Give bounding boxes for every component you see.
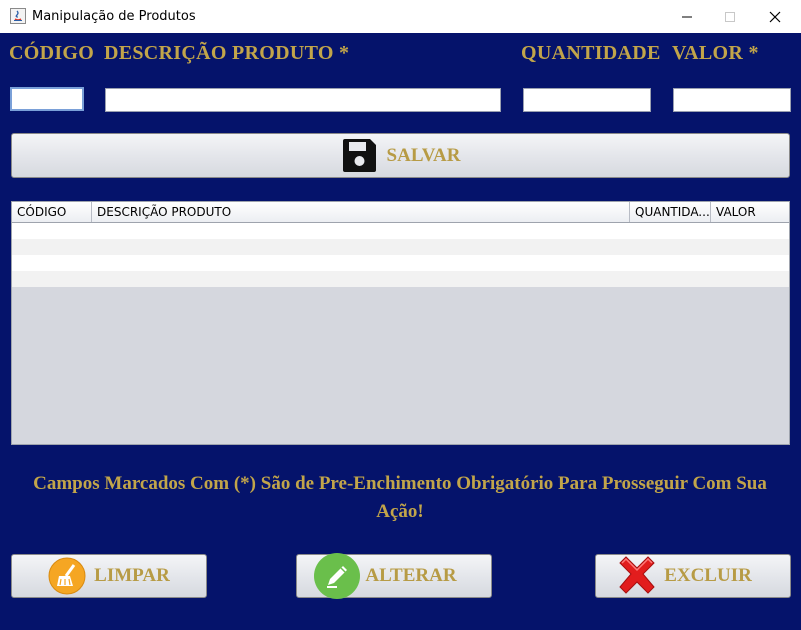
quantidade-label: QUANTIDADE xyxy=(521,42,661,64)
table-row[interactable] xyxy=(12,223,789,239)
broom-icon xyxy=(48,557,86,595)
codigo-input[interactable] xyxy=(10,87,84,111)
maximize-button[interactable] xyxy=(707,0,753,33)
valor-input[interactable] xyxy=(673,88,791,112)
floppy-disk-icon xyxy=(342,139,376,172)
pencil-icon xyxy=(314,553,361,599)
quantidade-input[interactable] xyxy=(523,88,651,112)
window-title: Manipulação de Produtos xyxy=(32,9,196,24)
salvar-label: SALVAR xyxy=(386,144,461,166)
close-icon xyxy=(769,11,781,22)
required-fields-notice: Campos Marcados Com (*) São de Pre-Enchi… xyxy=(33,473,767,522)
java-app-icon xyxy=(10,8,26,24)
descricao-label: DESCRIÇÃO PRODUTO * xyxy=(104,42,350,64)
red-x-icon xyxy=(619,556,655,594)
close-button[interactable] xyxy=(752,0,798,33)
column-header-valor[interactable]: VALOR xyxy=(711,202,789,222)
table-header: CÓDIGO DESCRIÇÃO PRODUTO QUANTIDA... VAL… xyxy=(12,202,789,223)
minimize-icon xyxy=(682,16,692,17)
products-table[interactable]: CÓDIGO DESCRIÇÃO PRODUTO QUANTIDA... VAL… xyxy=(11,201,790,445)
codigo-label: CÓDIGO xyxy=(9,42,95,64)
excluir-label: EXCLUIR xyxy=(664,565,752,586)
column-header-descricao[interactable]: DESCRIÇÃO PRODUTO xyxy=(92,202,630,222)
limpar-button[interactable]: LIMPAR xyxy=(11,554,207,598)
column-header-codigo[interactable]: CÓDIGO xyxy=(12,202,92,222)
alterar-label: ALTERAR xyxy=(365,565,457,586)
descricao-input[interactable] xyxy=(105,88,501,112)
title-bar: Manipulação de Produtos xyxy=(0,0,801,34)
column-header-quantidade[interactable]: QUANTIDA... xyxy=(630,202,711,222)
maximize-icon xyxy=(725,11,735,22)
table-row[interactable] xyxy=(12,255,789,271)
table-row[interactable] xyxy=(12,271,789,287)
excluir-button[interactable]: EXCLUIR xyxy=(595,554,791,598)
salvar-button[interactable]: SALVAR xyxy=(11,133,790,178)
minimize-button[interactable] xyxy=(664,0,710,33)
main-panel: CÓDIGO DESCRIÇÃO PRODUTO * QUANTIDADE VA… xyxy=(0,33,801,630)
table-row[interactable] xyxy=(12,239,789,255)
valor-label: VALOR * xyxy=(672,42,759,64)
alterar-button[interactable]: ALTERAR xyxy=(296,553,492,599)
limpar-label: LIMPAR xyxy=(94,565,170,586)
